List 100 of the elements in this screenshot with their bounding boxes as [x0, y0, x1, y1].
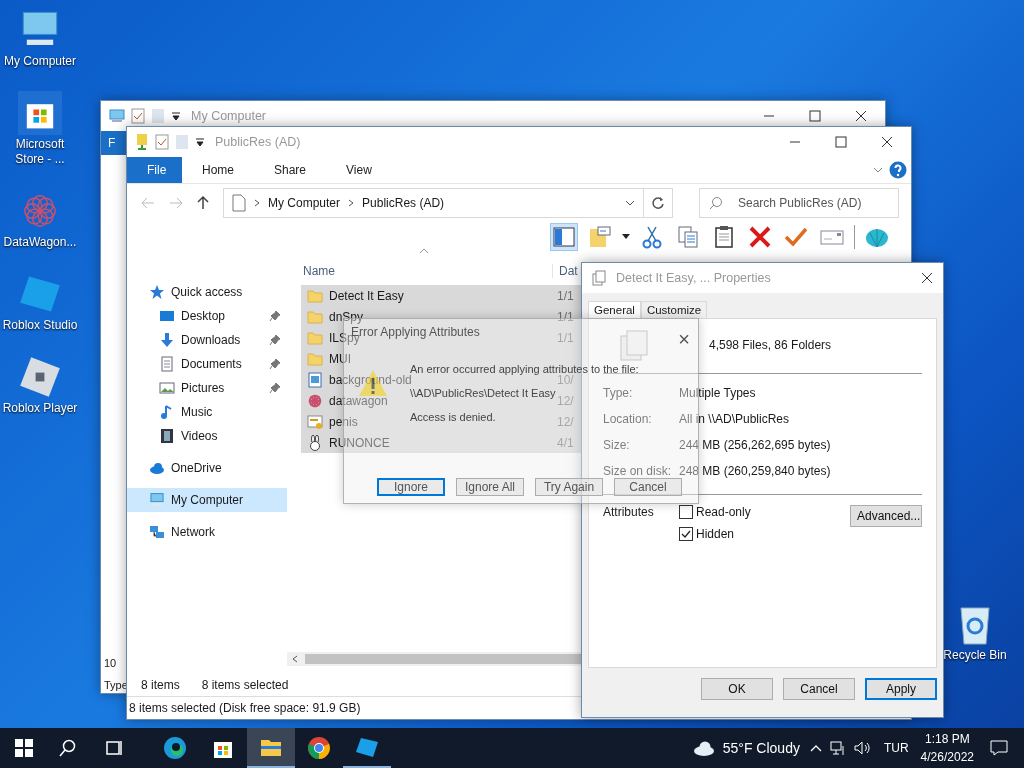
desktop-icon-label[interactable]: DataWagon... [3, 235, 77, 250]
file-row[interactable]: dnSpy 1/1 [301, 306, 581, 327]
volume-icon[interactable] [853, 740, 870, 756]
language-indicator[interactable]: TUR [883, 741, 909, 755]
desktop-icon-label[interactable]: Roblox Studio [2, 318, 78, 333]
search-icon[interactable] [59, 739, 77, 757]
refresh-icon[interactable] [651, 196, 665, 210]
breadcrumb-item[interactable]: My Computer [268, 196, 341, 210]
close-icon[interactable] [881, 136, 893, 148]
dialog-button[interactable]: OK [701, 678, 773, 700]
desktop-icon [159, 308, 175, 324]
dialog-button[interactable]: Cancel [614, 478, 682, 496]
network-icon[interactable] [829, 740, 846, 756]
close-icon[interactable] [855, 110, 867, 122]
window-title: My Computer [191, 109, 268, 123]
checkmark-icon[interactable] [784, 225, 808, 249]
nav-item[interactable]: Downloads [127, 328, 287, 352]
rabbit-icon [307, 434, 323, 451]
scissors-icon[interactable] [640, 225, 664, 249]
date-text: 12/ [557, 393, 575, 408]
column-header[interactable]: Dat [552, 264, 578, 278]
field-label: Attributes [603, 505, 655, 519]
checkbox-label[interactable]: Hidden [696, 527, 735, 541]
dropdown-icon[interactable] [171, 111, 181, 121]
date-text: 4/1 [557, 435, 575, 450]
ribbon-tab[interactable]: Home [182, 157, 254, 183]
chevron-down-icon[interactable] [625, 199, 635, 207]
nav-item[interactable]: Pictures [127, 376, 287, 400]
file-path: \\AD\PublicRes\Detect It Easy [410, 387, 556, 399]
chevron-right-icon [254, 199, 260, 207]
clock-time[interactable]: 1:18 PM [924, 732, 970, 746]
maximize-icon[interactable] [835, 136, 847, 148]
help-icon[interactable] [889, 161, 907, 179]
dialog-button[interactable]: Ignore [377, 478, 445, 496]
field-value: All in \\AD\PublicRes [679, 412, 790, 426]
chevron-down-icon[interactable] [873, 166, 883, 174]
file-row[interactable]: Detect It Easy 1/1 [301, 285, 581, 306]
desktop-icon-label[interactable]: Roblox Player [2, 401, 78, 416]
dialog-button[interactable]: Cancel [783, 678, 855, 700]
checkbox-label[interactable]: Read-only [696, 505, 751, 519]
dialog-button[interactable]: Ignore All [456, 478, 524, 496]
film-icon [159, 428, 175, 444]
ribbon-tab[interactable]: Share [254, 157, 327, 183]
column-header[interactable]: Name [301, 264, 419, 278]
desktop-icon-label[interactable]: My Computer [4, 54, 76, 69]
dialog-button[interactable]: Try Again [535, 478, 603, 496]
up-arrow-icon[interactable] [197, 196, 209, 210]
nav-item[interactable]: Documents [127, 352, 287, 376]
nav-item[interactable]: My Computer [127, 488, 287, 512]
date-text: 1/1 [557, 309, 575, 324]
nav-item[interactable]: Quick access [127, 280, 287, 304]
task-view-icon[interactable] [105, 739, 123, 757]
ribbon-tab[interactable]: F [101, 131, 127, 155]
windows-logo-icon[interactable] [15, 739, 33, 757]
desktop-icon-label[interactable]: Microsoft Store - ... [0, 137, 80, 167]
weather-text[interactable]: 55°F Cloudy [722, 740, 800, 756]
close-icon[interactable] [921, 272, 933, 284]
dialog-button[interactable]: Apply [865, 678, 937, 700]
nav-item[interactable]: Desktop [127, 304, 287, 328]
field-value: Multiple Types [679, 386, 756, 400]
nav-item[interactable]: Videos [127, 424, 287, 448]
desktop-icon-label[interactable]: Recycle Bin [943, 648, 1007, 663]
folder-icon [307, 308, 323, 325]
nav-item[interactable]: Network [127, 520, 287, 544]
delete-icon[interactable] [748, 225, 772, 249]
field-value: 244 MB (256,262,695 bytes) [679, 438, 831, 452]
clock-date[interactable]: 4/26/2022 [920, 750, 974, 764]
scroll-left-icon[interactable] [291, 655, 299, 663]
address-bar[interactable]: My Computer PublicRes (AD) [223, 188, 644, 218]
dropdown-icon[interactable] [195, 137, 205, 147]
checkbox[interactable] [679, 505, 693, 519]
ribbon-tab[interactable]: File [127, 157, 182, 183]
ribbon-tab[interactable]: View [326, 157, 392, 183]
maximize-icon[interactable] [809, 110, 821, 122]
close-button[interactable]: × [678, 329, 690, 349]
dialog-tab[interactable]: General [588, 301, 641, 318]
field-label: Location: [603, 412, 653, 426]
preview-pane-icon[interactable] [552, 225, 576, 249]
network-icon [149, 524, 165, 540]
chrome-icon[interactable] [307, 736, 331, 760]
nav-item[interactable]: Music [127, 400, 287, 424]
edge-icon[interactable] [163, 736, 187, 760]
folder-note-icon[interactable] [588, 225, 612, 249]
breadcrumb-item[interactable]: PublicRes (AD) [362, 196, 445, 210]
pictures-icon [159, 380, 175, 396]
nav-item[interactable]: OneDrive [127, 456, 287, 480]
download-arrow-icon [159, 332, 175, 348]
pin-icon [269, 358, 281, 370]
folder-icon [307, 287, 323, 304]
shopping-bag-icon [18, 91, 62, 135]
page-icon [232, 194, 246, 212]
dropdown-arrow-icon[interactable] [622, 234, 630, 240]
clipboard-icon[interactable] [712, 225, 736, 249]
chevron-up-icon[interactable] [809, 744, 822, 752]
taskbar-button[interactable] [247, 728, 295, 768]
advanced-button[interactable]: Advanced... [850, 505, 922, 527]
checkbox[interactable] [679, 527, 693, 541]
notification-icon[interactable] [990, 740, 1008, 756]
roblox-studio-icon[interactable] [355, 735, 379, 759]
search-field[interactable]: Search PublicRes (AD) [699, 188, 899, 218]
